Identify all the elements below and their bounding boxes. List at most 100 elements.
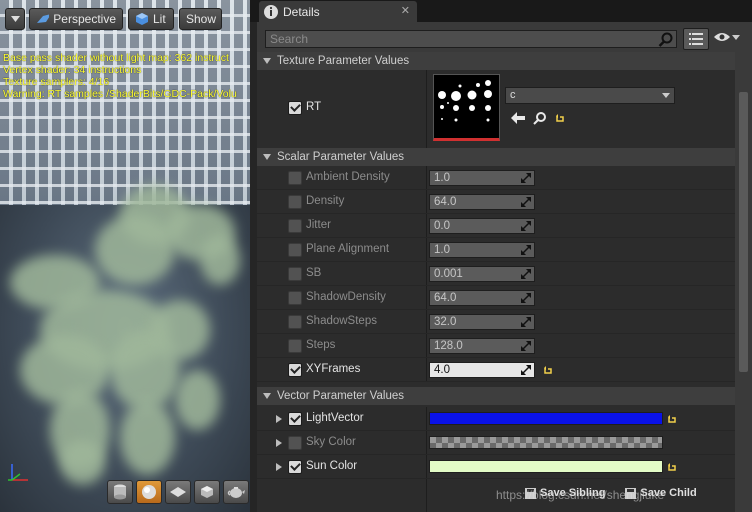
camera-icon (37, 14, 50, 23)
reset-to-default-icon[interactable] (667, 462, 677, 472)
drag-arrow-icon (521, 245, 531, 255)
cylinder-preview-button[interactable] (107, 480, 133, 504)
scalar-row-shadow-steps: ShadowSteps 32.0 (257, 310, 735, 334)
drag-arrow-icon (521, 221, 531, 231)
override-checkbox[interactable] (288, 339, 302, 353)
details-panel: Details ✕ Texture Parameter Values RT (250, 0, 752, 512)
texture-parameter-section[interactable]: Texture Parameter Values (257, 52, 735, 70)
color-swatch[interactable] (429, 436, 663, 449)
override-checkbox[interactable] (288, 195, 302, 209)
drag-arrow-icon (521, 269, 531, 279)
show-button[interactable]: Show (179, 8, 222, 30)
lit-button[interactable]: Lit (128, 8, 174, 30)
info-icon (264, 4, 278, 19)
tab-title: Details (283, 4, 320, 19)
override-checkbox[interactable] (288, 243, 302, 257)
param-value-field[interactable]: 4.0 (429, 362, 535, 378)
override-checkbox[interactable] (288, 436, 302, 450)
teapot-icon (227, 487, 245, 498)
stats-line: Texture samplers: 4/16 (3, 76, 110, 88)
override-checkbox[interactable] (288, 171, 302, 185)
param-label: Sun Color (306, 460, 358, 472)
rt-label: RT (306, 101, 322, 113)
texture-asset-combo[interactable]: c (505, 87, 675, 104)
close-icon[interactable]: ✕ (401, 4, 410, 17)
param-label: Jitter (306, 219, 331, 231)
param-value-field[interactable]: 64.0 (429, 194, 535, 210)
drag-arrow-icon (521, 317, 531, 327)
sphere-preview-button[interactable] (136, 480, 162, 504)
mesh-preview-button[interactable] (223, 480, 249, 504)
section-title: Texture Parameter Values (277, 55, 410, 67)
param-label: LightVector (306, 412, 364, 424)
search-box[interactable] (265, 30, 677, 48)
chevron-down-icon (10, 16, 20, 22)
param-label: Plane Alignment (306, 243, 390, 255)
override-checkbox[interactable] (288, 460, 302, 474)
plane-preview-button[interactable] (165, 480, 191, 504)
tab-details[interactable]: Details ✕ (259, 1, 417, 22)
param-value-field[interactable]: 128.0 (429, 338, 535, 354)
drag-arrow-icon (521, 293, 531, 303)
override-checkbox[interactable] (288, 412, 302, 426)
perspective-button[interactable]: Perspective (29, 8, 123, 30)
param-label: Sky Color (306, 436, 356, 448)
scalar-row-steps: Steps 128.0 (257, 334, 735, 358)
override-checkbox[interactable] (288, 291, 302, 305)
view-options-list-button[interactable] (683, 28, 709, 50)
override-checkbox[interactable] (288, 363, 302, 377)
color-swatch[interactable] (429, 412, 663, 425)
property-grid: Texture Parameter Values RT c Scalar Par… (257, 52, 735, 512)
browse-search-icon[interactable] (533, 111, 547, 125)
axis-gizmo-icon (8, 464, 28, 481)
param-value-field[interactable]: 1.0 (429, 170, 535, 186)
rt-override-checkbox[interactable] (288, 101, 302, 115)
collapse-arrow-icon (263, 58, 271, 64)
override-checkbox[interactable] (288, 315, 302, 329)
param-value-field[interactable]: 1.0 (429, 242, 535, 258)
scalar-parameter-section[interactable]: Scalar Parameter Values (257, 148, 735, 166)
viewport-options-button[interactable] (5, 8, 25, 30)
reset-to-default-icon[interactable] (555, 113, 565, 123)
drag-arrow-icon (521, 197, 531, 207)
param-value-field[interactable]: 64.0 (429, 290, 535, 306)
search-icon[interactable] (658, 32, 674, 48)
preview-shape-toolbar (107, 480, 249, 504)
override-checkbox[interactable] (288, 267, 302, 281)
param-label: ShadowSteps (306, 315, 377, 327)
drag-arrow-icon (521, 173, 531, 183)
watermark-text: https://blog.csdn.net/shengjiuke (496, 488, 665, 502)
stats-line: Warning: RT samples /ShaderBits/GDC-Pack… (3, 88, 237, 100)
texture-thumbnail[interactable] (433, 74, 500, 141)
use-selected-arrow-icon[interactable] (511, 112, 525, 124)
override-checkbox[interactable] (288, 219, 302, 233)
texture-actions (511, 111, 565, 125)
color-swatch[interactable] (429, 460, 663, 473)
search-input[interactable] (266, 31, 656, 47)
vector-parameter-section[interactable]: Vector Parameter Values (257, 387, 735, 405)
visibility-options-button[interactable] (713, 31, 740, 43)
reset-to-default-icon[interactable] (667, 414, 677, 424)
section-title: Scalar Parameter Values (277, 151, 404, 163)
lit-label: Lit (153, 12, 166, 26)
expand-arrow-icon[interactable] (276, 415, 282, 423)
param-label: Density (306, 195, 345, 207)
expand-arrow-icon[interactable] (276, 439, 282, 447)
expand-arrow-icon[interactable] (276, 463, 282, 471)
cube-preview-button[interactable] (194, 480, 220, 504)
rt-texture-row: RT c (257, 70, 735, 148)
level-viewport[interactable]: Perspective Lit Show Base pass shader wi… (0, 0, 250, 512)
list-icon (689, 33, 703, 45)
scrollbar[interactable] (735, 52, 752, 512)
param-value-field[interactable]: 32.0 (429, 314, 535, 330)
scrollbar-thumb[interactable] (739, 92, 748, 372)
stats-line: Vertex shader: 34 instructions (3, 64, 142, 76)
param-value-field[interactable]: 0.0 (429, 218, 535, 234)
param-value-field[interactable]: 0.001 (429, 266, 535, 282)
smoke-flipbook-icon (438, 80, 492, 122)
scalar-row-ambient-density: Ambient Density 1.0 (257, 166, 735, 190)
reset-to-default-icon[interactable] (543, 365, 553, 375)
perspective-label: Perspective (53, 12, 116, 26)
cylinder-icon (114, 484, 126, 500)
chevron-down-icon (732, 34, 740, 40)
